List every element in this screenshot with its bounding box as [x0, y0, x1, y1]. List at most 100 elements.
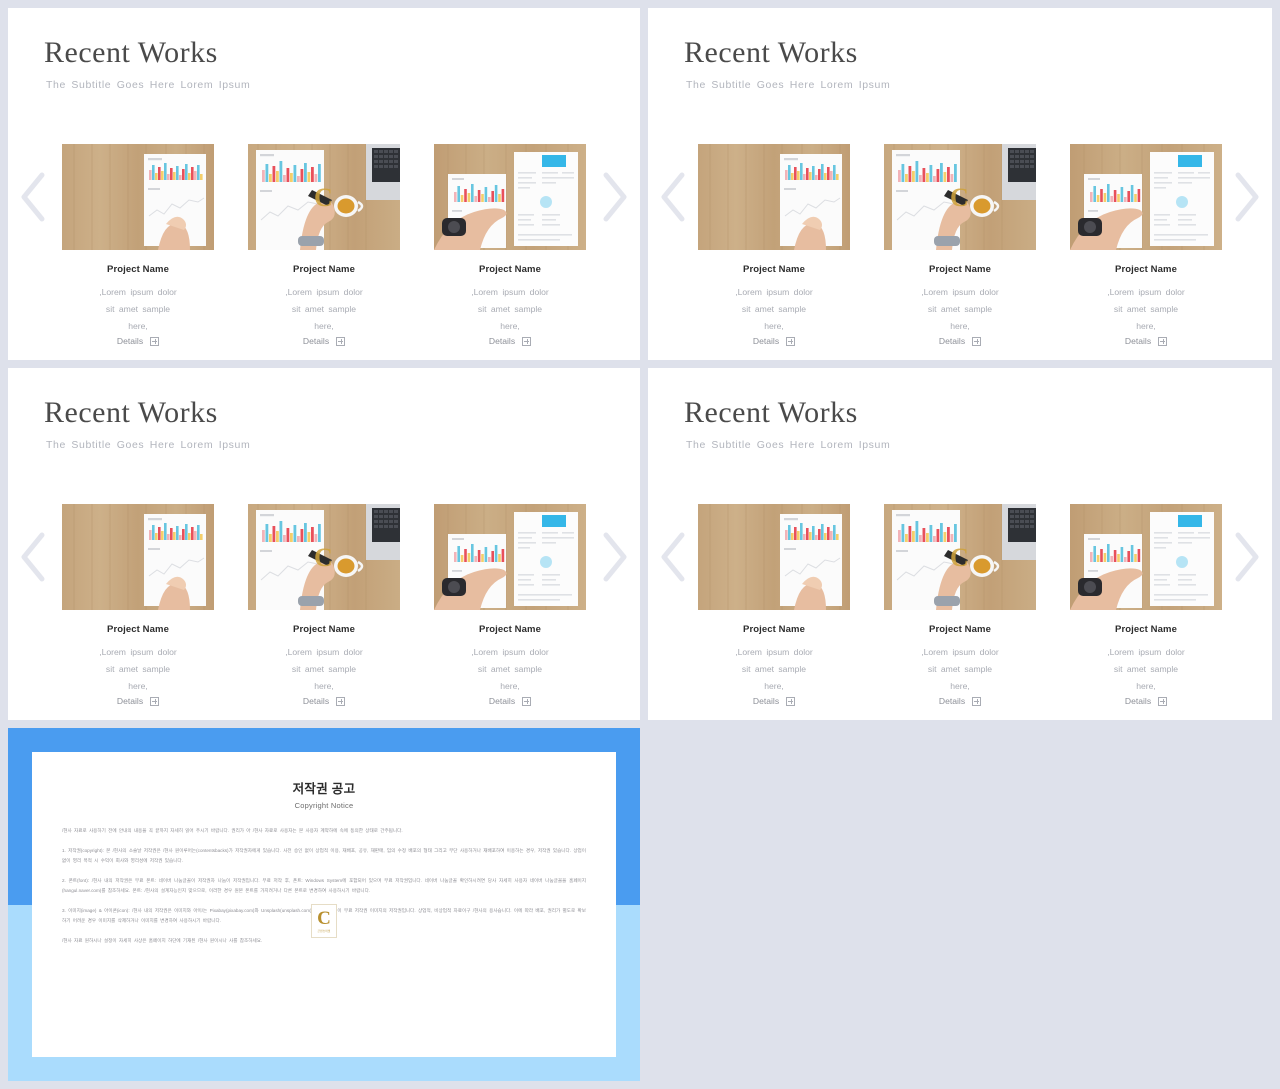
details-link[interactable]: Details [1070, 336, 1222, 346]
brand-watermark: C 콘텐츠마켓 [311, 904, 337, 938]
desc-line: sit amet sample [477, 664, 543, 674]
plus-box-icon [972, 696, 982, 706]
details-link[interactable]: Details [434, 696, 586, 706]
project-card-title: Project Name [293, 624, 355, 635]
page-subtitle: The Subtitle Goes Here Lorem Ipsum [686, 439, 891, 451]
project-card-title: Project Name [293, 264, 355, 275]
copyright-paragraph: /현사 자료로 사용하기 전에 안내의 내용을 꼭 끝까지 자세히 읽어 주시기… [62, 828, 403, 833]
project-thumbnail[interactable] [698, 504, 850, 610]
project-card[interactable]: Project Name ,Lorem ipsum dolor sit amet… [62, 504, 214, 706]
details-link[interactable]: Details [62, 336, 214, 346]
desc-line: sit amet sample [477, 304, 543, 314]
plus-box-icon [1158, 696, 1168, 706]
desc-line: here, [1136, 321, 1156, 331]
slide-panel-2[interactable]: Recent Works The Subtitle Goes Here Lore… [648, 8, 1272, 360]
desc-line: ,Lorem ipsum dolor [1107, 647, 1185, 657]
project-card-list: Project Name ,Lorem ipsum dolor sit amet… [8, 504, 640, 706]
plus-box-icon [150, 336, 160, 346]
desc-line: sit amet sample [105, 304, 171, 314]
project-card[interactable]: C Project Name ,Lorem ipsum dolor sit am… [884, 504, 1036, 706]
details-link[interactable]: Details [698, 696, 850, 706]
slide-panel-1[interactable]: Recent Works The Subtitle Goes Here Lore… [8, 8, 640, 360]
svg-text:C: C [950, 183, 969, 212]
desc-line: ,Lorem ipsum dolor [921, 287, 999, 297]
page-title: Recent Works [44, 396, 218, 429]
project-card-description: ,Lorem ipsum dolor sit amet sample here, [1070, 644, 1222, 695]
project-card[interactable]: Project Name ,Lorem ipsum dolor sit amet… [698, 504, 850, 706]
details-label: Details [116, 696, 144, 706]
desc-line: sit amet sample [105, 664, 171, 674]
project-thumbnail[interactable] [698, 144, 850, 250]
project-thumbnail[interactable] [1070, 144, 1222, 250]
project-card[interactable]: C Project Name ,Lorem ipsum dolor sit am… [884, 144, 1036, 346]
details-label: Details [752, 696, 780, 706]
svg-text:C: C [314, 183, 333, 212]
desc-line: sit amet sample [741, 664, 807, 674]
project-thumbnail[interactable]: C [248, 504, 400, 610]
slide-gallery: Recent Works The Subtitle Goes Here Lore… [0, 0, 1280, 1089]
details-link[interactable]: Details [248, 336, 400, 346]
project-thumbnail[interactable]: C [248, 144, 400, 250]
project-thumbnail[interactable] [62, 504, 214, 610]
desc-line: here, [1136, 681, 1156, 691]
desc-line: sit amet sample [1113, 304, 1179, 314]
project-thumbnail[interactable] [62, 144, 214, 250]
watermark-letter: C [317, 908, 331, 929]
project-card[interactable]: Project Name ,Lorem ipsum dolor sit amet… [434, 504, 586, 706]
plus-box-icon [972, 336, 982, 346]
plus-box-icon [336, 696, 346, 706]
project-card[interactable]: Project Name ,Lorem ipsum dolor sit amet… [1070, 504, 1222, 706]
details-link[interactable]: Details [1070, 696, 1222, 706]
project-card-description: ,Lorem ipsum dolor sit amet sample here, [698, 644, 850, 695]
plus-box-icon [786, 336, 796, 346]
project-thumbnail[interactable] [434, 144, 586, 250]
page-subtitle: The Subtitle Goes Here Lorem Ipsum [46, 79, 251, 91]
project-card-description: ,Lorem ipsum dolor sit amet sample here, [884, 644, 1036, 695]
details-label: Details [938, 336, 966, 346]
plus-box-icon [336, 336, 346, 346]
desc-line: sit amet sample [291, 304, 357, 314]
project-card[interactable]: Project Name ,Lorem ipsum dolor sit amet… [434, 144, 586, 346]
project-card[interactable]: Project Name ,Lorem ipsum dolor sit amet… [62, 144, 214, 346]
project-thumbnail[interactable]: C [884, 144, 1036, 250]
slide-panel-4[interactable]: Recent Works The Subtitle Goes Here Lore… [648, 368, 1272, 720]
copyright-notice-panel: 저작권 공고 Copyright Notice /현사 자료로 사용하기 전에 … [8, 728, 640, 1081]
details-link[interactable]: Details [884, 336, 1036, 346]
plus-box-icon [522, 696, 532, 706]
details-label: Details [488, 696, 516, 706]
details-link[interactable]: Details [248, 696, 400, 706]
project-card[interactable]: Project Name ,Lorem ipsum dolor sit amet… [698, 144, 850, 346]
desc-line: ,Lorem ipsum dolor [735, 287, 813, 297]
project-card-description: ,Lorem ipsum dolor sit amet sample here, [884, 284, 1036, 335]
page-title: Recent Works [684, 36, 858, 69]
desc-line: here, [128, 321, 148, 331]
project-card-list: Project Name ,Lorem ipsum dolor sit amet… [648, 144, 1272, 346]
details-link[interactable]: Details [884, 696, 1036, 706]
desc-line: sit amet sample [927, 304, 993, 314]
details-link[interactable]: Details [434, 336, 586, 346]
project-thumbnail[interactable]: C [884, 504, 1036, 610]
project-card[interactable]: Project Name ,Lorem ipsum dolor sit amet… [1070, 144, 1222, 346]
copyright-paragraph: 1. 저작권(copyright): 본 /현사의 소슬날 저작권은 /현사 원… [62, 847, 586, 864]
watermark-caption: 콘텐츠마켓 [317, 930, 331, 933]
project-card-description: ,Lorem ipsum dolor sit amet sample here, [62, 644, 214, 695]
project-thumbnail[interactable] [1070, 504, 1222, 610]
project-card-title: Project Name [743, 264, 805, 275]
page-title: Recent Works [684, 396, 858, 429]
project-card[interactable]: C Project Name ,Lorem ipsum dolor sit am… [248, 504, 400, 706]
desc-line: here, [764, 681, 784, 691]
desc-line: here, [500, 321, 520, 331]
project-thumbnail[interactable] [434, 504, 586, 610]
project-card-description: ,Lorem ipsum dolor sit amet sample here, [248, 284, 400, 335]
desc-line: ,Lorem ipsum dolor [921, 647, 999, 657]
slide-panel-3[interactable]: Recent Works The Subtitle Goes Here Lore… [8, 368, 640, 720]
project-card-title: Project Name [107, 264, 169, 275]
project-card-description: ,Lorem ipsum dolor sit amet sample here, [434, 644, 586, 695]
details-link[interactable]: Details [62, 696, 214, 706]
project-card[interactable]: C Project Name ,Lorem ipsum dolor sit am… [248, 144, 400, 346]
details-link[interactable]: Details [698, 336, 850, 346]
details-label: Details [752, 336, 780, 346]
details-label: Details [938, 696, 966, 706]
project-card-title: Project Name [1115, 264, 1177, 275]
desc-line: here, [764, 321, 784, 331]
